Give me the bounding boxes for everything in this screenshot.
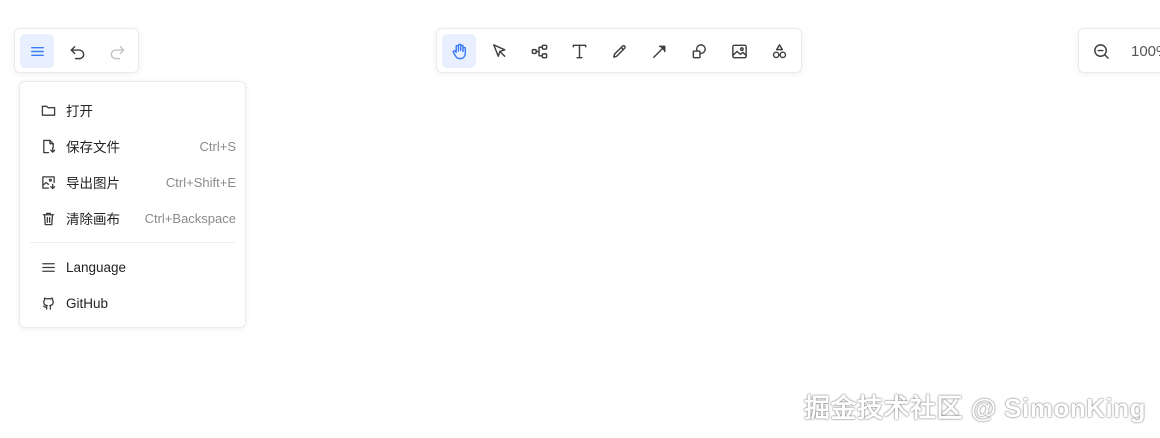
- mind-map-icon: [531, 44, 547, 58]
- menu-item-label: GitHub: [66, 295, 109, 311]
- tool-image-button[interactable]: [722, 34, 756, 68]
- redo-button[interactable]: [100, 34, 134, 68]
- tool-mind-map-button[interactable]: [522, 34, 556, 68]
- app-toolbar: [14, 28, 139, 73]
- tool-shape-button[interactable]: [682, 34, 716, 68]
- export-image-icon: [40, 174, 56, 190]
- zoom-out-button[interactable]: [1084, 34, 1118, 68]
- menu-item-label: Language: [66, 259, 127, 275]
- menu-item-shortcut: Ctrl+Shift+E: [165, 174, 236, 190]
- tool-extra-button[interactable]: [762, 34, 796, 68]
- hamburger-icon: [30, 46, 44, 56]
- hand-icon: [452, 43, 466, 59]
- pencil-icon: [612, 44, 626, 58]
- undo-button[interactable]: [60, 34, 94, 68]
- menu-item-open[interactable]: 打开: [30, 93, 238, 127]
- drawing-canvas[interactable]: 100% 打开 保存文件 Ctrl+S 导出图片 Ctrl+Shift+E: [0, 0, 1160, 438]
- undo-icon: [70, 45, 84, 59]
- shapes-cluster-icon: [772, 43, 786, 58]
- main-menu-button[interactable]: [20, 34, 54, 68]
- save-file-icon: [40, 138, 56, 154]
- menu-item-shortcut: Ctrl+S: [199, 138, 236, 154]
- trash-icon: [40, 210, 56, 226]
- tool-arrow-button[interactable]: [642, 34, 676, 68]
- menu-item-export-image[interactable]: 导出图片 Ctrl+Shift+E: [30, 165, 238, 199]
- zoom-bar: 100%: [1078, 28, 1160, 73]
- tool-select-button[interactable]: [482, 34, 516, 68]
- pointer-icon: [492, 43, 505, 57]
- menu-item-label: 保存文件: [66, 140, 120, 155]
- main-menu-dropdown: 打开 保存文件 Ctrl+S 导出图片 Ctrl+Shift+E 清除画布 Ct…: [19, 81, 246, 328]
- image-icon: [731, 44, 747, 58]
- text-icon: [572, 44, 586, 58]
- menu-divider: [30, 242, 235, 243]
- menu-item-language[interactable]: Language: [30, 250, 238, 284]
- tool-pen-button[interactable]: [602, 34, 636, 68]
- zoom-level[interactable]: 100%: [1131, 43, 1160, 60]
- menu-item-clear-canvas[interactable]: 清除画布 Ctrl+Backspace: [30, 201, 238, 235]
- menu-item-label: 打开: [66, 104, 93, 119]
- language-icon: [40, 259, 56, 275]
- redo-icon: [110, 45, 124, 59]
- zoom-out-icon: [1093, 43, 1109, 59]
- watermark-text: 掘金技术社区 @ SimonKing: [803, 393, 1146, 423]
- menu-item-shortcut: Ctrl+Backspace: [144, 210, 236, 226]
- tool-text-button[interactable]: [562, 34, 596, 68]
- menu-item-save-file[interactable]: 保存文件 Ctrl+S: [30, 129, 238, 163]
- shape-icon: [692, 43, 706, 58]
- folder-icon: [40, 102, 56, 118]
- menu-item-label: 清除画布: [66, 212, 120, 227]
- menu-item-github[interactable]: GitHub: [30, 286, 238, 320]
- tool-bar: [436, 28, 802, 73]
- tool-hand-button[interactable]: [442, 34, 476, 68]
- arrow-icon: [652, 45, 665, 58]
- github-icon: [40, 295, 56, 311]
- menu-item-label: 导出图片: [66, 176, 120, 191]
